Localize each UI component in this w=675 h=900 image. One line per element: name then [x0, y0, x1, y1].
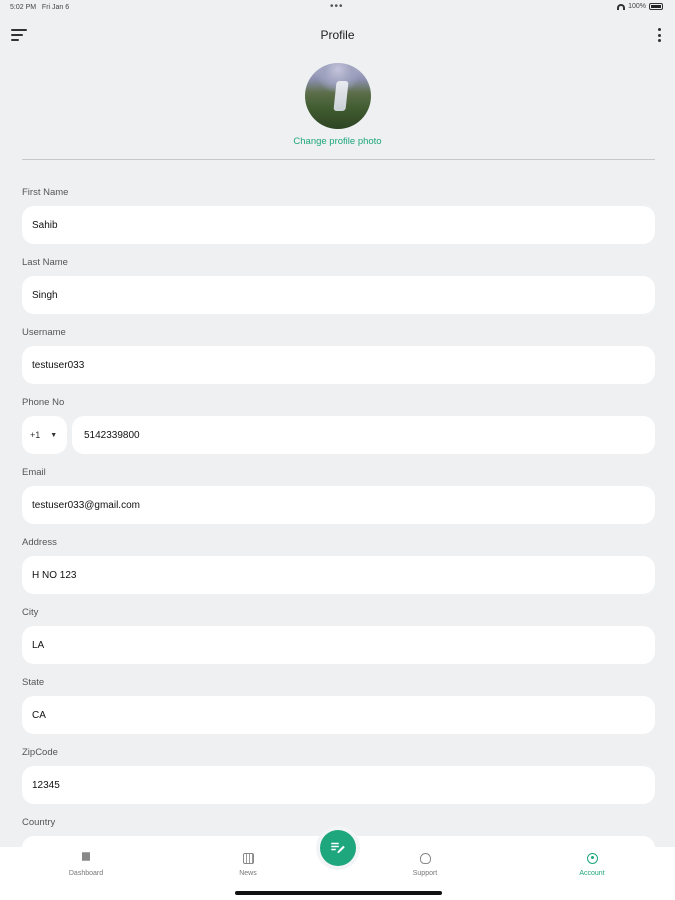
city-field[interactable]: LA: [22, 626, 655, 664]
edit-note-icon: [331, 842, 345, 854]
home-indicator[interactable]: [235, 891, 442, 895]
support-icon: [419, 853, 431, 864]
multitasking-dots[interactable]: •••: [330, 1, 344, 12]
nav-label-news: News: [239, 870, 257, 877]
account-icon: [586, 853, 598, 864]
city-label: City: [22, 607, 39, 618]
status-right: 100%: [617, 3, 663, 10]
first-name-field[interactable]: Sahib: [22, 206, 655, 244]
nav-item-news[interactable]: News: [208, 853, 288, 877]
country-code-value: +1: [30, 430, 41, 440]
change-profile-photo-link[interactable]: Change profile photo: [0, 136, 675, 147]
nav-label-account: Account: [579, 870, 605, 877]
state-label: State: [22, 677, 45, 688]
country-label: Country: [22, 817, 56, 828]
page-title: Profile: [320, 28, 355, 42]
address-field[interactable]: H NO 123: [22, 556, 655, 594]
profile-avatar[interactable]: [305, 63, 371, 129]
phone-number-field[interactable]: 5142339800: [72, 416, 655, 454]
zipcode-field[interactable]: 12345: [22, 766, 655, 804]
username-label: Username: [22, 327, 66, 338]
waterfall-image: [333, 81, 349, 111]
more-options-icon[interactable]: [658, 28, 662, 42]
nav-label-dashboard: Dashboard: [68, 870, 104, 877]
chevron-down-icon: ▼: [50, 431, 58, 439]
wifi-icon: [617, 3, 626, 10]
status-bar: 5:02 PM Fri Jan 6 ••• 100%: [0, 0, 675, 16]
battery-icon: [649, 3, 663, 10]
last-name-label: Last Name: [22, 257, 68, 268]
last-name-field[interactable]: Singh: [22, 276, 655, 314]
divider: [22, 159, 655, 160]
zipcode-label: ZipCode: [22, 747, 58, 758]
email-label: Email: [22, 467, 46, 478]
username-field[interactable]: testuser033: [22, 346, 655, 384]
nav-label-support: Support: [412, 870, 438, 877]
address-label: Address: [22, 537, 57, 548]
country-code-select[interactable]: +1 ▼: [22, 416, 67, 454]
phone-label: Phone No: [22, 397, 65, 408]
nav-item-account[interactable]: Account: [552, 853, 632, 877]
nav-item-support[interactable]: Support: [385, 853, 465, 877]
dashboard-icon: [81, 852, 92, 864]
battery-percent: 100%: [628, 3, 646, 10]
edit-fab-button[interactable]: [320, 830, 356, 866]
top-app-bar: Profile: [0, 22, 675, 48]
nav-item-dashboard[interactable]: Dashboard: [46, 852, 126, 877]
first-name-label: First Name: [22, 187, 69, 198]
status-time: 5:02 PM Fri Jan 6: [10, 4, 70, 11]
news-icon: [242, 853, 254, 864]
state-field[interactable]: CA: [22, 696, 655, 734]
email-field[interactable]: testuser033@gmail.com: [22, 486, 655, 524]
